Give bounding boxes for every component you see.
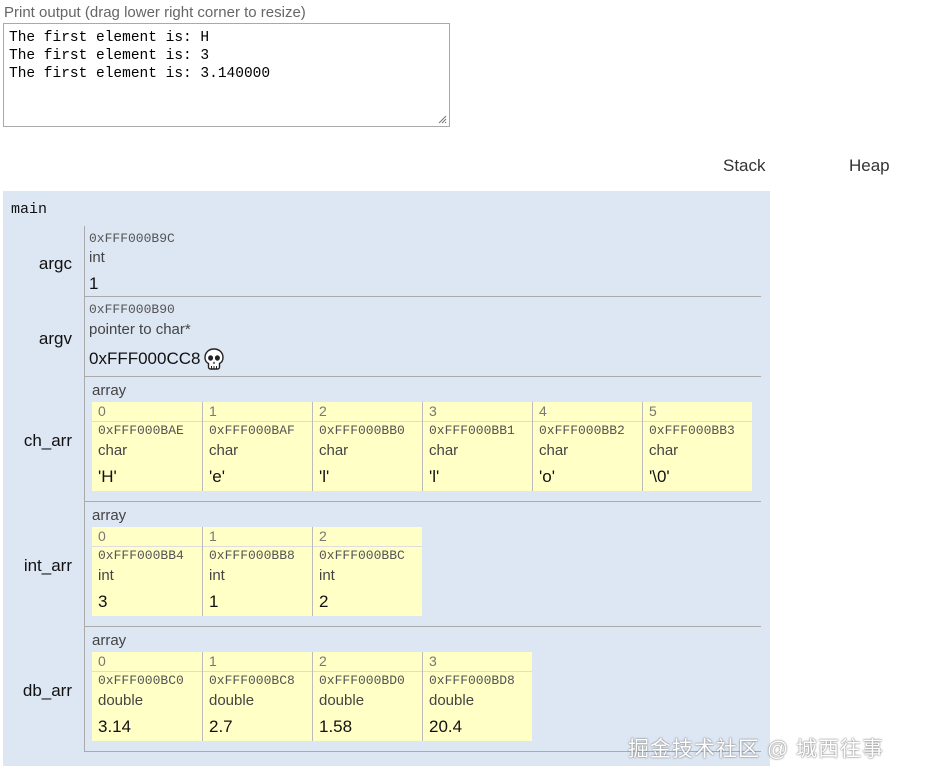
cell-value: 2.7 xyxy=(209,717,233,736)
argv-value: 0xFFF000CC8 xyxy=(89,349,201,368)
cell-value: 'l' xyxy=(319,467,330,486)
cell-value: 'e' xyxy=(209,467,225,486)
print-output-text: The first element is: H The first elemen… xyxy=(9,30,271,82)
ch-arr-cells: 0 0xFFF000BAE char 'H' 1 0xFFF000BAF char'e' … xyxy=(92,402,752,491)
array-cell: 2 0xFFF000BBC int 2 xyxy=(312,527,422,616)
argc-value: 1 xyxy=(89,274,99,293)
cell-index: 1 xyxy=(209,403,217,419)
var-name-argc: argc xyxy=(38,254,72,273)
cell-index: 1 xyxy=(209,653,217,669)
array-cell: 2 0xFFF000BB0 char 'l' xyxy=(312,402,422,491)
array-cell: 1 0xFFF000BAF char 'e' xyxy=(202,402,312,491)
db-arr-array-label: array xyxy=(92,632,127,649)
cell-index: 4 xyxy=(539,403,547,419)
cell-index: 3 xyxy=(429,403,437,419)
cell-index: 3 xyxy=(429,653,437,669)
array-cell: 4 0xFFF000BB2 char 'o' xyxy=(532,402,642,491)
array-cell: 2 0xFFF000BD0 double 1.58 xyxy=(312,652,422,741)
cell-address: 0xFFF000BB4 xyxy=(98,548,184,563)
stack-frame-main: main argc 0xFFF000B9C int 1 argv 0xFFF00… xyxy=(3,191,770,766)
cell-value: 1.58 xyxy=(319,717,353,736)
var-box-argv: 0xFFF000B90 pointer to char* 0xFFF000CC8 xyxy=(84,297,761,377)
cell-address: 0xFFF000BC0 xyxy=(98,673,184,688)
frame-name: main xyxy=(11,201,48,218)
cell-type: char xyxy=(539,442,569,459)
cell-address: 0xFFF000BD0 xyxy=(319,673,405,688)
var-name-ch-arr: ch_arr xyxy=(23,431,72,450)
skull-icon xyxy=(204,348,225,370)
array-cell: 0 0xFFF000BC0 double 3.14 xyxy=(92,652,202,741)
cell-index: 1 xyxy=(209,528,217,544)
stack-header: Stack xyxy=(723,156,766,175)
array-cell: 0 0xFFF000BAE char 'H' xyxy=(92,402,202,491)
print-output-label: Print output (drag lower right corner to… xyxy=(4,4,306,21)
var-name-db-arr: db_arr xyxy=(22,681,72,700)
cell-type: double xyxy=(98,692,144,709)
cell-address: 0xFFF000BB0 xyxy=(319,423,405,438)
db-arr-cells: 0 0xFFF000BC0 double 3.14 1 0xFFF000BC8 doubl… xyxy=(92,652,532,741)
cell-index: 0 xyxy=(98,653,106,669)
cell-address: 0xFFF000BD8 xyxy=(429,673,515,688)
cell-address: 0xFFF000BAE xyxy=(98,423,184,438)
cell-type: int xyxy=(209,567,225,584)
cell-index: 5 xyxy=(649,403,657,419)
argv-type: pointer to char* xyxy=(89,321,191,338)
cell-type: int xyxy=(98,567,114,584)
cell-type: char xyxy=(429,442,459,459)
cell-index: 2 xyxy=(319,403,327,419)
var-name-argv: argv xyxy=(38,329,72,348)
cell-type: double xyxy=(209,692,255,709)
resize-handle-icon[interactable] xyxy=(438,115,447,124)
print-output-box[interactable]: The first element is: H The first elemen… xyxy=(3,23,450,127)
cell-value: 20.4 xyxy=(429,717,463,736)
array-cell: 1 0xFFF000BB8 int 1 xyxy=(202,527,312,616)
cell-type: char xyxy=(319,442,349,459)
cell-address: 0xFFF000BB8 xyxy=(209,548,295,563)
var-box-int-arr: array 0 0xFFF000BB4 int 3 1 0xFFF000BB8 int 1 … xyxy=(84,502,761,627)
cell-type: char xyxy=(209,442,239,459)
cell-address: 0xFFF000BB2 xyxy=(539,423,625,438)
heap-header: Heap xyxy=(849,156,890,175)
cell-address: 0xFFF000BB3 xyxy=(649,423,735,438)
argc-type: int xyxy=(89,249,105,266)
cell-address: 0xFFF000BBC xyxy=(319,548,405,563)
cell-index: 0 xyxy=(98,403,106,419)
watermark: 掘金技术社区 @ 城西往事 xyxy=(628,738,884,761)
cell-address: 0xFFF000BAF xyxy=(209,423,295,438)
cell-index: 2 xyxy=(319,653,327,669)
array-cell: 3 0xFFF000BB1 char 'l' xyxy=(422,402,532,491)
cell-index: 0 xyxy=(98,528,106,544)
cell-address: 0xFFF000BC8 xyxy=(209,673,295,688)
cell-address: 0xFFF000BB1 xyxy=(429,423,515,438)
cell-type: char xyxy=(649,442,679,459)
cell-index: 2 xyxy=(319,528,327,544)
array-cell: 1 0xFFF000BC8 double 2.7 xyxy=(202,652,312,741)
int-arr-cells: 0 0xFFF000BB4 int 3 1 0xFFF000BB8 int 1 2 0xFFF… xyxy=(92,527,422,616)
array-cell: 0 0xFFF000BB4 int 3 xyxy=(92,527,202,616)
argc-address: 0xFFF000B9C xyxy=(89,231,175,246)
cell-value: 1 xyxy=(209,592,219,611)
int-arr-array-label: array xyxy=(92,507,127,524)
array-cell: 5 0xFFF000BB3 char '\0' xyxy=(642,402,752,491)
cell-value: 'l' xyxy=(429,467,440,486)
cell-type: double xyxy=(429,692,475,709)
ch-arr-array-label: array xyxy=(92,382,127,399)
cell-type: double xyxy=(319,692,365,709)
cell-value: 2 xyxy=(319,592,329,611)
array-cell: 3 0xFFF000BD8 double 20.4 xyxy=(422,652,532,741)
var-box-ch-arr: array 0 0xFFF000BAE char 'H' 1 0xFFF000BAF ch… xyxy=(84,377,761,502)
cell-value: 3 xyxy=(98,592,108,611)
var-box-argc: 0xFFF000B9C int 1 xyxy=(84,226,761,297)
cell-type: int xyxy=(319,567,335,584)
cell-type: char xyxy=(98,442,128,459)
argv-address: 0xFFF000B90 xyxy=(89,302,175,317)
cell-value: '\0' xyxy=(649,467,670,486)
cell-value: 'o' xyxy=(539,467,555,486)
var-name-int-arr: int_arr xyxy=(23,556,72,575)
cell-value: 3.14 xyxy=(98,717,132,736)
cell-value: 'H' xyxy=(98,467,117,486)
